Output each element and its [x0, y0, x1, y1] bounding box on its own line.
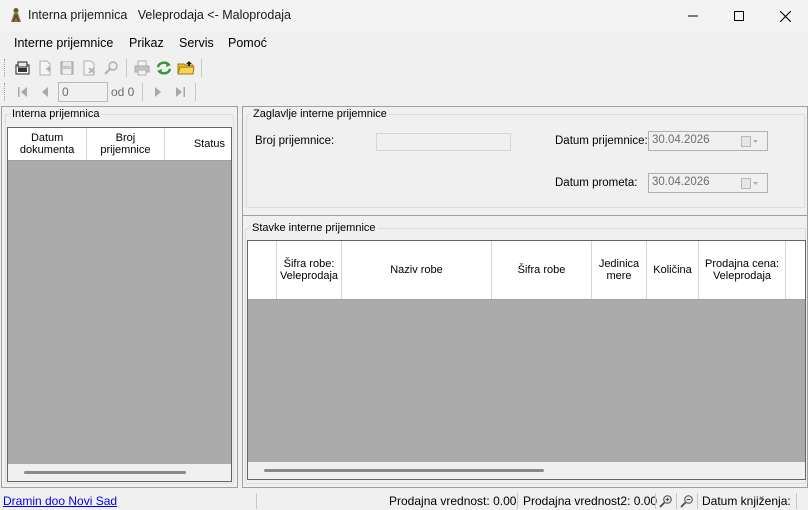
- calendar-dropdown-icon[interactable]: [741, 178, 759, 189]
- column-header-sifra-robe-veleprodaja[interactable]: Šifra robe: Veleprodaja: [277, 241, 342, 299]
- refresh-button[interactable]: [153, 57, 175, 79]
- delete-button[interactable]: [78, 57, 100, 79]
- search-icon: [104, 61, 118, 75]
- column-header-kolicina[interactable]: Količina: [647, 241, 699, 299]
- close-icon: [779, 10, 791, 22]
- add-button[interactable]: [34, 57, 56, 79]
- column-header-datum-dokumenta[interactable]: Datum dokumenta: [8, 128, 88, 160]
- toolbar-separator: [126, 59, 127, 77]
- menu-bar: Interne prijemnice Prikaz Servis Pomoć: [0, 32, 808, 54]
- documents-grid-header: Datum dokumenta Broj prijemnice Status: [8, 128, 231, 161]
- datum-prijemnice-label: Datum prijemnice:: [555, 135, 648, 147]
- row-header-column: [248, 241, 277, 299]
- interna-prijemnica-group-title: Interna prijemnica: [12, 108, 100, 120]
- last-icon: [176, 87, 186, 97]
- maximize-button[interactable]: [716, 0, 762, 32]
- column-header-naziv-robe[interactable]: Naziv robe: [342, 241, 492, 299]
- status-separator: [676, 493, 677, 509]
- broj-prijemnice-field[interactable]: [376, 133, 511, 151]
- next-record-button[interactable]: [147, 81, 169, 103]
- stavke-group-title: Stavke interne prijemnice: [252, 222, 376, 234]
- print-icon: [134, 60, 150, 76]
- open-folder-icon: [177, 61, 195, 75]
- record-position-input[interactable]: [58, 82, 108, 102]
- menu-servis[interactable]: Servis: [179, 36, 214, 50]
- navigator-grip[interactable]: [4, 83, 7, 101]
- company-link[interactable]: Dramin doo Novi Sad: [3, 494, 117, 508]
- record-count-label: od 0: [111, 85, 135, 99]
- save-button[interactable]: [56, 57, 78, 79]
- status-separator: [796, 493, 797, 509]
- close-button[interactable]: [762, 0, 808, 32]
- status-separator: [655, 493, 656, 509]
- status-bar: Dramin doo Novi Sad Prodajna vrednost: 0…: [0, 492, 808, 510]
- column-header-broj-prijemnice[interactable]: Broj prijemnice: [87, 128, 165, 160]
- open-button[interactable]: [175, 57, 197, 79]
- find-button[interactable]: [100, 57, 122, 79]
- column-header-status[interactable]: Status: [165, 128, 231, 160]
- navigator-separator: [195, 83, 197, 101]
- zoom-out-icon[interactable]: [680, 494, 694, 508]
- app-icon: [11, 8, 21, 23]
- save-icon: [60, 61, 74, 75]
- previous-icon: [42, 87, 48, 97]
- toolbar-grip[interactable]: [4, 59, 7, 77]
- main-toolbar: [4, 56, 206, 80]
- add-icon: [39, 60, 51, 76]
- new-document-icon: [15, 61, 30, 75]
- menu-prikaz[interactable]: Prikaz: [129, 36, 164, 50]
- datum-prometa-picker[interactable]: 30.04.2026: [648, 173, 768, 193]
- minimize-icon: [688, 15, 698, 17]
- datum-prijemnice-value: 30.04.2026: [652, 134, 710, 146]
- zoom-in-icon[interactable]: [659, 494, 673, 508]
- zaglavlje-group: Zaglavlje interne prijemnice: [246, 108, 805, 208]
- panel-divider: [243, 215, 808, 216]
- previous-record-button[interactable]: [34, 81, 56, 103]
- last-record-button[interactable]: [169, 81, 191, 103]
- maximize-icon: [734, 11, 744, 21]
- documents-grid-horizontal-scrollbar[interactable]: [8, 464, 231, 481]
- datum-knjizenja-status: Datum knjiženja:: [702, 494, 791, 508]
- status-separator: [517, 493, 518, 509]
- record-navigator: od 0: [4, 80, 200, 104]
- refresh-icon: [156, 61, 172, 75]
- navigator-separator: [142, 83, 144, 101]
- column-header-filler: [786, 241, 805, 299]
- first-icon: [18, 87, 27, 97]
- calendar-dropdown-icon[interactable]: [741, 136, 759, 147]
- toolbar-separator: [201, 59, 202, 77]
- datum-prometa-label: Datum prometa:: [555, 177, 638, 189]
- print-button[interactable]: [131, 57, 153, 79]
- documents-grid[interactable]: Datum dokumenta Broj prijemnice Status: [7, 127, 232, 482]
- delete-icon: [83, 60, 95, 76]
- status-separator: [256, 493, 257, 509]
- status-separator: [697, 493, 698, 509]
- column-header-sifra-robe[interactable]: Šifra robe: [492, 241, 592, 299]
- prodajna-vrednost-status: Prodajna vrednost: 0.00: [389, 494, 517, 508]
- prodajna-vrednost2-status: Prodajna vrednost2: 0.00: [523, 494, 658, 508]
- broj-prijemnice-label: Broj prijemnice:: [255, 135, 335, 147]
- items-grid-horizontal-scrollbar[interactable]: [248, 462, 805, 479]
- menu-pomoc[interactable]: Pomoć: [228, 36, 267, 50]
- datum-prijemnice-picker[interactable]: 30.04.2026: [648, 131, 768, 151]
- items-grid-header: Šifra robe: Veleprodaja Naziv robe Šifra…: [248, 241, 805, 300]
- title-bar: Interna prijemnica Veleprodaja <- Malopr…: [0, 0, 808, 32]
- datum-prometa-value: 30.04.2026: [652, 176, 710, 188]
- left-panel: Interna prijemnica Datum dokumenta Broj …: [1, 106, 238, 488]
- first-record-button[interactable]: [12, 81, 34, 103]
- menu-interne-prijemnice[interactable]: Interne prijemnice: [14, 36, 113, 50]
- zaglavlje-group-title: Zaglavlje interne prijemnice: [253, 108, 387, 120]
- scrollbar-thumb[interactable]: [264, 469, 544, 472]
- column-header-prodajna-cena-veleprodaja[interactable]: Prodajna cena: Veleprodaja: [699, 241, 786, 299]
- column-header-jedinica-mere[interactable]: Jedinica mere: [592, 241, 647, 299]
- minimize-button[interactable]: [670, 0, 716, 32]
- new-button[interactable]: [12, 57, 34, 79]
- window-title: Interna prijemnica Veleprodaja <- Malopr…: [28, 8, 292, 22]
- items-grid[interactable]: Šifra robe: Veleprodaja Naziv robe Šifra…: [247, 240, 806, 480]
- right-panel: Zaglavlje interne prijemnice Broj prijem…: [242, 106, 808, 488]
- scrollbar-thumb[interactable]: [24, 471, 186, 474]
- next-icon: [155, 87, 162, 97]
